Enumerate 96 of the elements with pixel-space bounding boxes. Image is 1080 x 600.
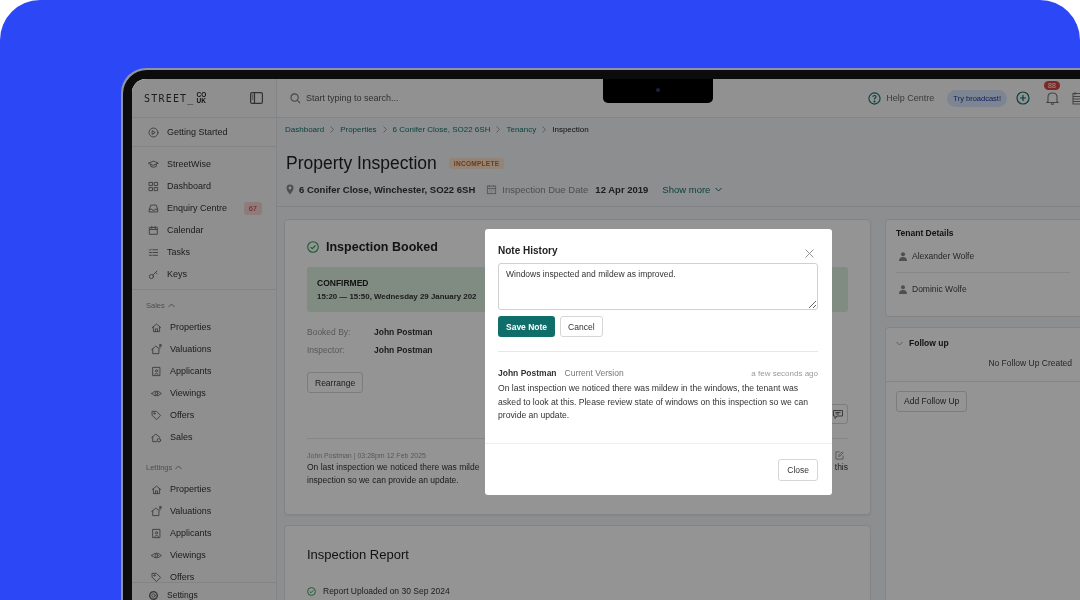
save-note-button[interactable]: Save Note bbox=[498, 316, 556, 337]
detail-value: John Postman bbox=[374, 345, 433, 355]
sidebar-item[interactable]: Offers bbox=[132, 566, 276, 582]
confirmation-status: CONFIRMED bbox=[317, 277, 370, 290]
search-icon bbox=[290, 92, 301, 104]
sidebar-item[interactable]: Viewings bbox=[132, 382, 276, 404]
note-text: On last inspection we noticed there was mildew in the windows, the tenant was asked to look at this. Please review state of windows on this inspection so we can provide an update. bbox=[498, 382, 810, 422]
add-follow-up-button[interactable]: Add Follow Up bbox=[896, 390, 968, 412]
sidebar-item[interactable]: Tasks bbox=[132, 241, 276, 263]
due-date: 12 Apr 2019 bbox=[595, 183, 649, 195]
notes-icon bbox=[833, 409, 843, 419]
check-circle-icon bbox=[307, 241, 319, 253]
note-time: a few seconds ago bbox=[751, 368, 818, 378]
eye-icon bbox=[151, 549, 162, 561]
house-coin-icon bbox=[151, 431, 162, 443]
close-icon[interactable] bbox=[805, 248, 814, 258]
tenant-name[interactable]: Dominic Wolfe bbox=[912, 284, 967, 294]
breadcrumb-link[interactable]: Tenancy bbox=[506, 125, 537, 134]
chevron-right-icon bbox=[382, 126, 387, 133]
breadcrumb-link[interactable]: Inspection bbox=[552, 125, 589, 134]
check-circle-icon bbox=[307, 586, 316, 596]
house-icon bbox=[151, 321, 162, 333]
dialog-title: Note History bbox=[498, 244, 558, 256]
note-text: On last inspection we noticed there was milde bbox=[307, 461, 480, 474]
chevron-icon bbox=[167, 302, 175, 308]
sidebar-item[interactable]: Getting Started bbox=[132, 121, 276, 143]
add-icon[interactable] bbox=[1016, 91, 1030, 105]
sidebar-item[interactable]: StreetWise bbox=[132, 153, 276, 175]
calendar-icon bbox=[148, 224, 159, 236]
key-icon bbox=[148, 268, 159, 280]
breadcrumb-link[interactable]: 6 Conifer Close, SO22 6SH bbox=[392, 125, 491, 134]
version-label: Current Version bbox=[564, 368, 624, 378]
sidebar-item[interactable]: Applicants bbox=[132, 522, 276, 544]
page-title: Property Inspection bbox=[286, 152, 437, 174]
empty-message: No Follow Up Created bbox=[987, 358, 1073, 370]
note-input[interactable]: Windows inspected and mildew as improved. bbox=[498, 263, 818, 310]
sidebar-item[interactable]: Applicants bbox=[132, 360, 276, 382]
house-flag-icon bbox=[151, 343, 162, 355]
chevron-right-icon bbox=[496, 126, 501, 133]
house-icon bbox=[151, 483, 162, 495]
note-text: inspection so we can provide an update. bbox=[307, 474, 459, 487]
cancel-button[interactable]: Cancel bbox=[560, 316, 603, 337]
show-more-link[interactable]: Show more bbox=[662, 183, 723, 195]
location-pin-icon bbox=[286, 183, 294, 195]
sidebar-item[interactable]: Sales bbox=[132, 426, 276, 448]
sidebar-item[interactable]: Properties bbox=[132, 478, 276, 500]
address-text: 6 Conifer Close, Winchester, SO22 6SH bbox=[299, 183, 476, 195]
contact-card-icon bbox=[151, 527, 162, 539]
person-icon bbox=[899, 251, 907, 261]
sidebar-item[interactable]: Viewings bbox=[132, 544, 276, 566]
sidebar-item[interactable]: Dashboard bbox=[132, 175, 276, 197]
tag-icon bbox=[151, 409, 162, 421]
tenant-name[interactable]: Alexander Wolfe bbox=[912, 251, 975, 261]
sidebar-item[interactable]: Valuations bbox=[132, 500, 276, 522]
card-title: Inspection Booked bbox=[326, 240, 438, 254]
detail-value: John Postman bbox=[374, 327, 433, 337]
sidebar-item[interactable]: Keys bbox=[132, 263, 276, 285]
note-text: this bbox=[834, 461, 848, 474]
sidebar-toggle-icon[interactable] bbox=[250, 92, 263, 104]
card-title: Tenant Details bbox=[896, 227, 955, 240]
card-title: Follow up bbox=[909, 337, 949, 350]
play-circle-icon bbox=[148, 126, 159, 138]
breadcrumb-link[interactable]: Properties bbox=[340, 125, 377, 134]
card-title: Inspection Report bbox=[307, 546, 410, 564]
person-icon bbox=[899, 284, 907, 294]
help-icon bbox=[868, 91, 882, 105]
sidebar-item[interactable]: Calendar bbox=[132, 219, 276, 241]
due-date-label: Inspection Due Date bbox=[502, 183, 589, 195]
rearrange-button[interactable]: Rearrange bbox=[307, 372, 364, 393]
tag-icon bbox=[151, 571, 162, 582]
gear-icon bbox=[148, 589, 159, 600]
report-status: Report Uploaded on 30 Sep 2024 bbox=[323, 586, 450, 596]
notification-bell-icon[interactable] bbox=[1046, 91, 1059, 105]
chevron-down-icon bbox=[715, 186, 723, 192]
chevron-right-icon bbox=[542, 126, 547, 133]
sidebar-item[interactable]: Settings bbox=[132, 583, 276, 600]
calendar-icon[interactable] bbox=[1072, 91, 1080, 105]
inbox-icon bbox=[148, 202, 159, 214]
house-flag-icon bbox=[151, 505, 162, 517]
note-author: John Postman bbox=[498, 368, 557, 378]
sidebar-item[interactable]: Properties bbox=[132, 316, 276, 338]
edit-icon[interactable] bbox=[835, 450, 844, 460]
eye-icon bbox=[151, 387, 162, 399]
graduation-cap-icon bbox=[148, 158, 159, 170]
checklist-icon bbox=[148, 246, 159, 258]
close-button[interactable]: Close bbox=[778, 458, 818, 481]
breadcrumb-link[interactable]: Dashboard bbox=[285, 125, 325, 134]
chevron-icon bbox=[175, 464, 183, 470]
help-link[interactable]: Help Centre bbox=[868, 91, 935, 105]
contact-card-icon bbox=[151, 365, 162, 377]
sidebar-item[interactable]: Offers bbox=[132, 404, 276, 426]
sidebar-item[interactable]: Valuations bbox=[132, 338, 276, 360]
chevron-right-icon bbox=[330, 126, 335, 133]
grid-icon bbox=[148, 180, 159, 192]
search-field[interactable]: Start typing to search... bbox=[290, 92, 456, 104]
calendar-icon bbox=[486, 183, 498, 195]
